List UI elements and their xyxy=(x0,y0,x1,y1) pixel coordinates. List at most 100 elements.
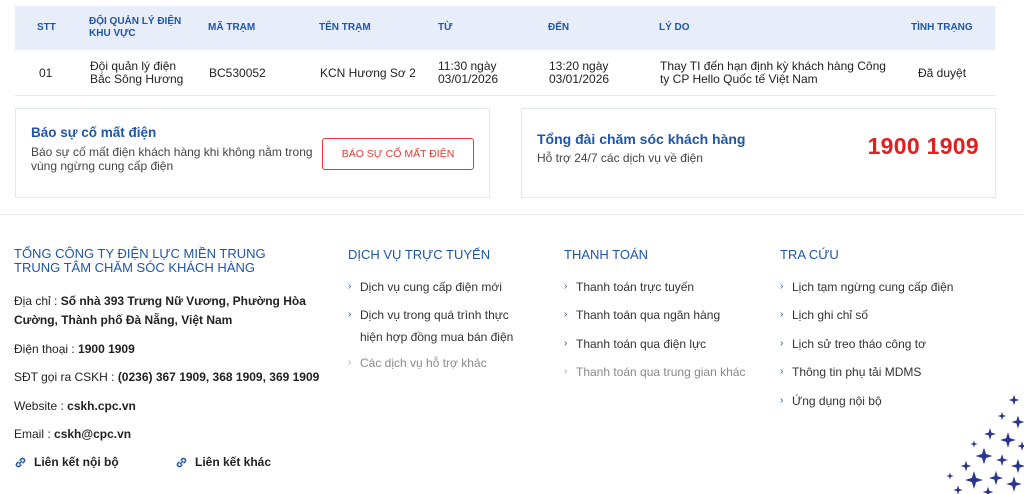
chevron-right-icon: › xyxy=(780,309,784,320)
chevron-right-icon: › xyxy=(564,281,568,292)
chevron-right-icon: › xyxy=(564,309,568,320)
online-service-other-label: Các dịch vụ hỗ trợ khác xyxy=(360,356,487,370)
report-outage-title: Báo sự cố mất điện xyxy=(31,125,157,140)
chevron-right-icon: › xyxy=(780,366,784,377)
email-link[interactable]: cskh@cpc.vn xyxy=(54,427,131,441)
report-outage-desc: Báo sự cố mất điện khách hàng khi không … xyxy=(31,145,313,173)
chevron-right-icon: › xyxy=(780,338,784,349)
cell-to-date: 03/01/2026 xyxy=(549,72,610,86)
cell-stt: 01 xyxy=(39,65,53,80)
other-links-link[interactable]: Liên kết khác xyxy=(175,455,271,469)
header-from: TỪ xyxy=(438,22,453,33)
address-label: Địa chỉ : xyxy=(14,294,61,308)
outage-schedule-table: STT ĐỘI QUẢN LÝ ĐIỆN KHU VỰC MÃ TRẠM TÊN… xyxy=(15,6,995,96)
header-reason: LÝ DO xyxy=(659,22,690,33)
lookup-mdms-load[interactable]: › Thông tin phụ tải MDMS xyxy=(780,361,921,383)
address-value-line2: Cường, Thành phố Đà Nẵng, Việt Nam xyxy=(14,313,233,327)
cell-management-team-line2: Bắc Sông Hương xyxy=(90,72,184,86)
email-label: Email : xyxy=(14,427,55,441)
cskh-info: SĐT gọi ra CSKH : (0236) 367 1909, 368 1… xyxy=(14,368,319,387)
table-header: STT ĐỘI QUẢN LÝ ĐIỆN KHU VỰC MÃ TRẠM TÊN… xyxy=(15,6,995,50)
lookup-meter-reading[interactable]: › Lịch ghi chỉ số xyxy=(780,304,868,326)
cell-management-team: Đội quản lý điện Bắc Sông Hương xyxy=(90,50,183,96)
header-management-team: ĐỘI QUẢN LÝ ĐIỆN KHU VỰC xyxy=(89,6,181,50)
chevron-right-icon: › xyxy=(564,366,568,377)
chevron-right-icon: › xyxy=(780,281,784,292)
payment-utility[interactable]: › Thanh toán qua điện lực xyxy=(564,333,706,355)
email-info: Email : cskh@cpc.vn xyxy=(14,425,131,444)
hotline-desc: Hỗ trợ 24/7 các dịch vụ về điện xyxy=(537,151,703,165)
lookup-suspension-schedule-label: Lịch tạm ngừng cung cấp điện xyxy=(792,280,954,294)
payment-online[interactable]: › Thanh toán trực tuyến xyxy=(564,276,694,298)
online-service-other[interactable]: › Các dịch vụ hỗ trợ khác xyxy=(348,352,487,374)
website-link[interactable]: cskh.cpc.vn xyxy=(67,399,136,413)
cell-status: Đã duyệt xyxy=(918,65,967,80)
address-info: Địa chỉ : Số nhà 393 Trưng Nữ Vương, Phư… xyxy=(14,292,306,330)
report-outage-card: Báo sự cố mất điện Báo sự cố mất điện kh… xyxy=(15,108,490,198)
other-links-label: Liên kết khác xyxy=(195,455,272,469)
cell-station-name: KCN Hương Sơ 2 xyxy=(320,65,416,80)
cell-reason-line2: ty CP Hello Quốc tế Việt Nam xyxy=(660,72,818,86)
header-to: ĐẾN xyxy=(548,22,570,33)
link-icon xyxy=(176,457,187,467)
cell-to: 13:20 ngày 03/01/2026 xyxy=(549,50,609,96)
internal-links-label: Liên kết nội bộ xyxy=(34,455,119,469)
header-management-team-line2: KHU VỰC xyxy=(89,28,136,39)
header-management-team-line1: ĐỘI QUẢN LÝ ĐIỆN xyxy=(89,16,182,27)
cell-station-code: BC530052 xyxy=(209,65,266,80)
company-name-line1: TỔNG CÔNG TY ĐIỆN LỰC MIỀN TRUNG xyxy=(14,246,266,261)
cell-reason: Thay TI đến hạn định kỳ khách hàng Công … xyxy=(660,50,886,96)
cskh-value: (0236) 367 1909, 368 1909, 369 1909 xyxy=(117,370,320,384)
lookup-suspension-schedule[interactable]: › Lịch tạm ngừng cung cấp điện xyxy=(780,276,953,298)
internal-links-link[interactable]: Liên kết nội bộ xyxy=(14,455,119,469)
payment-bank[interactable]: › Thanh toán qua ngân hàng xyxy=(564,304,720,326)
header-stt: STT xyxy=(37,22,56,33)
website-label: Website : xyxy=(14,399,68,413)
payment-heading: THANH TOÁN xyxy=(564,247,649,262)
payment-intermediary-label: Thanh toán qua trung gian khác xyxy=(576,365,746,379)
header-station-code: MÃ TRẠM xyxy=(208,22,256,33)
report-outage-desc-line1: Báo sự cố mất điện khách hàng khi không … xyxy=(31,145,313,159)
payment-utility-label: Thanh toán qua điện lực xyxy=(576,337,707,351)
company-name-line2: TRUNG TÂM CHĂM SÓC KHÁCH HÀNG xyxy=(14,260,255,275)
decorative-stars-icon xyxy=(946,394,1024,494)
lookup-internal-apps-label: Ứng dụng nội bộ xyxy=(792,394,882,408)
header-status: TÌNH TRẠNG xyxy=(911,22,973,33)
hotline-card: Tổng đài chăm sóc khách hàng Hỗ trợ 24/7… xyxy=(521,108,996,198)
lookup-meter-history-label: Lịch sử treo tháo công tơ xyxy=(792,337,926,351)
table-row: 01 Đội quản lý điện Bắc Sông Hương BC530… xyxy=(15,50,995,96)
footer: TỔNG CÔNG TY ĐIỆN LỰC MIỀN TRUNG TRUNG T… xyxy=(0,214,1024,494)
phone-label: Điện thoại : xyxy=(14,342,79,356)
lookup-meter-history[interactable]: › Lịch sử treo tháo công tơ xyxy=(780,333,926,355)
chevron-right-icon: › xyxy=(564,338,568,349)
phone-info: Điện thoại : 1900 1909 xyxy=(14,340,135,359)
address-value-line1: Số nhà 393 Trưng Nữ Vương, Phường Hòa xyxy=(60,294,306,308)
phone-value[interactable]: 1900 1909 xyxy=(78,342,135,356)
hotline-title: Tổng đài chăm sóc khách hàng xyxy=(537,131,746,147)
online-service-new-supply[interactable]: › Dịch vụ cung cấp điện mới xyxy=(348,276,502,298)
online-service-contract-line2: hiện hợp đồng mua bán điện xyxy=(360,330,514,344)
online-service-new-supply-label: Dịch vụ cung cấp điện mới xyxy=(360,280,502,294)
chevron-right-icon: › xyxy=(348,309,352,320)
website-info: Website : cskh.cpc.vn xyxy=(14,397,136,416)
company-name: TỔNG CÔNG TY ĐIỆN LỰC MIỀN TRUNG TRUNG T… xyxy=(14,247,266,275)
lookup-mdms-load-label: Thông tin phụ tải MDMS xyxy=(792,365,922,379)
report-outage-button[interactable]: BÁO SỰ CỐ MẤT ĐIỆN xyxy=(322,138,474,170)
chevron-right-icon: › xyxy=(780,395,784,406)
cell-from-date: 03/01/2026 xyxy=(438,72,499,86)
payment-online-label: Thanh toán trực tuyến xyxy=(576,280,695,294)
cell-from: 11:30 ngày 03/01/2026 xyxy=(438,50,498,96)
payment-intermediary[interactable]: › Thanh toán qua trung gian khác xyxy=(564,361,745,383)
chevron-right-icon: › xyxy=(348,357,352,368)
link-icon xyxy=(15,457,26,467)
online-services-heading: DỊCH VỤ TRỰC TUYẾN xyxy=(348,247,491,262)
hotline-number[interactable]: 1900 1909 xyxy=(868,133,979,160)
chevron-right-icon: › xyxy=(348,281,352,292)
header-station-name: TÊN TRẠM xyxy=(319,22,371,33)
lookup-internal-apps[interactable]: › Ứng dụng nội bộ xyxy=(780,390,882,412)
lookup-heading: TRA CỨU xyxy=(780,247,839,262)
online-service-contract-line1: Dịch vụ trong quá trình thực xyxy=(360,308,509,322)
online-service-contract[interactable]: › Dịch vụ trong quá trình thực hiện hợp đ… xyxy=(348,304,513,348)
cskh-label: SĐT gọi ra CSKH : xyxy=(14,370,118,384)
lookup-meter-reading-label: Lịch ghi chỉ số xyxy=(792,308,869,322)
